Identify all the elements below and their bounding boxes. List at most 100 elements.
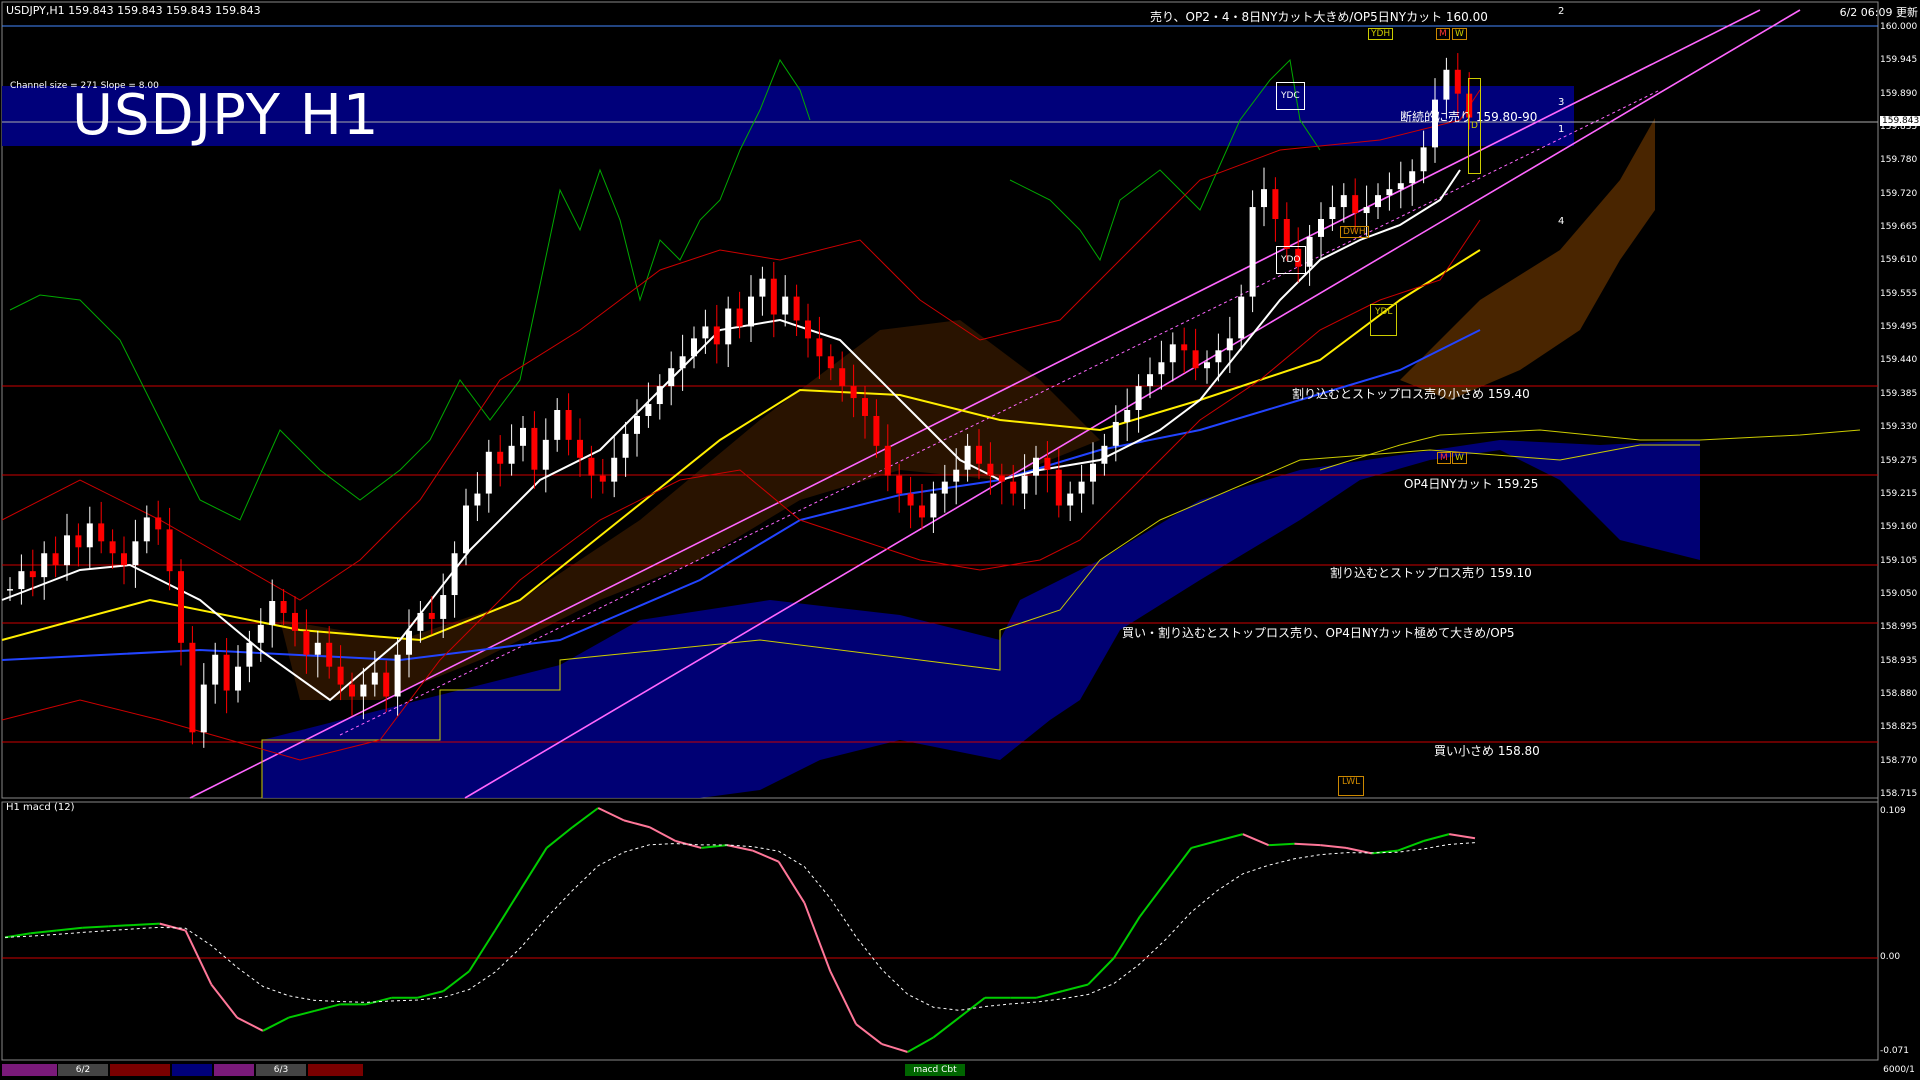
candle-body [588,457,595,476]
macd-signal-line [4,842,1476,1011]
macd-segment [1242,833,1270,847]
candle-body [1420,147,1427,172]
macd-segment [56,926,83,932]
macd-segment [1423,833,1450,842]
candle-body [383,672,390,697]
macd-tick-label: -0.071 [1880,1046,1910,1056]
annotation-level-15910: 割り込むとストップロス売り 159.10 [1330,566,1532,580]
macd-segment [442,970,470,992]
macd-segment [1320,844,1347,849]
candle-body [303,630,310,655]
candle-body [645,404,652,416]
price-tick-label: 159.385 [1880,388,1918,399]
symbol-info: USDJPY,H1 159.843 159.843 159.843 159.84… [6,4,261,17]
price-tick-label: 159.160 [1880,522,1918,533]
candle-body [1078,481,1085,494]
candle-body [725,308,732,345]
candle-body [474,493,481,506]
macd-segment [468,929,496,972]
candle-body [1044,457,1051,470]
bar-date-1: 6/2 [58,1064,108,1076]
macd-segment [958,996,986,1019]
macd-segment [417,990,444,999]
candle-body [189,642,196,733]
candle-body [1112,421,1119,446]
macd-segment [623,819,650,829]
candle-body [565,410,572,440]
candle-body [371,672,378,685]
price-tick-label: 158.770 [1880,755,1918,766]
candle-body [1375,195,1381,208]
bottom-bar: 6/2 6/3 macd Cbt 6000/1 [0,1062,1920,1080]
macd-segment [855,1023,883,1045]
bar-seg-1 [2,1064,57,1076]
macd-segment [494,888,522,932]
candle-body [748,296,754,327]
price-tick-label: 159.780 [1880,155,1918,166]
bar-macd-tag[interactable]: macd Cbt [905,1064,965,1076]
macd-segment [777,861,806,904]
candle-body [1135,386,1142,411]
box-w-mid: W [1452,452,1467,464]
candle-body [280,601,287,613]
candle-body [793,296,800,321]
box-m-top: M [1436,28,1450,40]
macd-segment [597,807,625,822]
candle-body [337,666,344,685]
candle-body [326,642,333,667]
macd-segment [1036,990,1063,999]
macd-segment [1062,983,1089,993]
candle-body [713,326,720,345]
candle-body [1443,69,1450,100]
candle-body [1238,296,1245,339]
candle-body [520,427,526,446]
candle-body [873,415,880,446]
candle-body [1261,189,1267,208]
candle-body [542,439,549,470]
price-tick-label: 159.495 [1880,322,1918,333]
candle-body [1090,463,1096,482]
box-lwl: LWL [1338,776,1365,796]
candle-body [1363,207,1370,214]
bar-seg-3 [172,1064,212,1076]
price-tick-label: 159.050 [1880,588,1918,599]
candle-body [622,433,629,458]
box-ydl: YDL [1370,304,1398,336]
channel-num-1: 1 [1558,124,1565,135]
macd-segment [1087,957,1115,986]
price-tick-label: 159.945 [1880,55,1918,66]
candle-body [1204,362,1210,369]
candle-body [577,439,583,458]
macd-segment [907,1036,934,1053]
candle-body [1226,338,1233,351]
candle-body [349,684,355,697]
candle-body [18,571,25,590]
box-w-top: W [1452,28,1467,40]
candle-body [121,553,127,566]
candle-body [246,642,253,667]
candle-body [155,517,162,530]
candle-body [531,427,538,470]
candle-body [691,338,697,357]
candle-body [200,684,207,733]
price-tick-label: 159.555 [1880,288,1918,299]
box-ydc: YDC [1276,82,1305,110]
candle-body [394,654,401,697]
candle-body [736,308,743,327]
candle-body [440,595,447,619]
candle-body [86,523,93,548]
price-tick-label: 158.880 [1880,688,1918,699]
candle-body [1147,374,1153,387]
chart-canvas [1,1,1879,1061]
candle-body [816,338,823,357]
candle-body [953,469,960,482]
candle-body [257,624,264,643]
candle-body [1215,350,1222,363]
chart-big-title: USDJPY H1 [72,83,380,148]
candle-body [1067,493,1074,506]
candle-body [759,278,766,297]
macd-segment [519,847,548,890]
candle-body [223,654,230,691]
macd-segment [1113,916,1141,959]
annotation-level-15940: 割り込むとストップロス売り小さめ 159.40 [1292,387,1530,401]
